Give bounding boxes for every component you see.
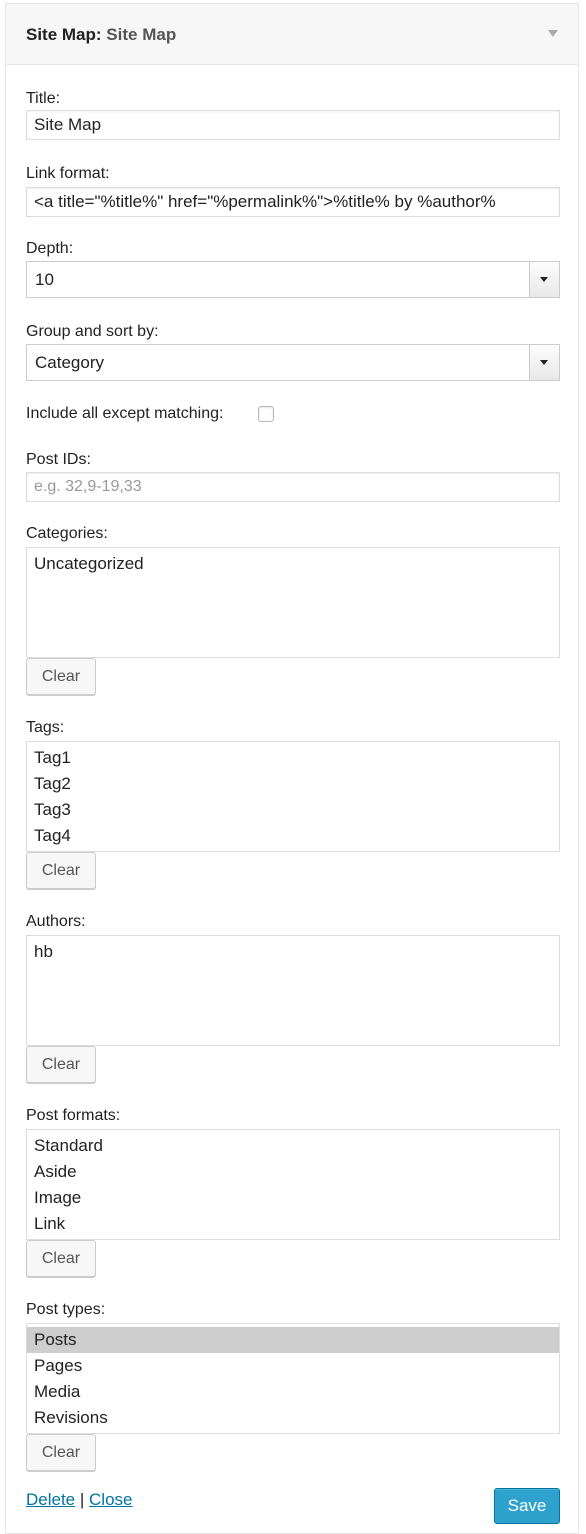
group-sort-select-value: Category bbox=[35, 353, 104, 372]
list-option[interactable]: Uncategorized bbox=[27, 551, 559, 577]
list-option[interactable]: Tag2 bbox=[27, 771, 559, 797]
group-sort-label: Group and sort by: bbox=[26, 323, 159, 340]
tags-listbox[interactable]: Tag1 Tag2 Tag3 Tag4 bbox=[26, 741, 560, 852]
authors-label: Authors: bbox=[26, 913, 86, 930]
widget-control-links: Delete | Close bbox=[26, 1489, 133, 1511]
categories-label: Categories: bbox=[26, 525, 108, 542]
post-formats-clear-button[interactable]: Clear bbox=[26, 1240, 96, 1277]
close-link[interactable]: Close bbox=[89, 1490, 132, 1509]
depth-select-value: 10 bbox=[35, 270, 54, 289]
list-option[interactable]: hb bbox=[27, 939, 559, 965]
widget-header[interactable]: Site Map: Site Map bbox=[6, 4, 578, 65]
list-option[interactable]: Tag3 bbox=[27, 797, 559, 823]
list-option[interactable]: Image bbox=[27, 1185, 559, 1211]
group-sort-select-arrow[interactable] bbox=[529, 345, 559, 380]
list-option[interactable]: Pages bbox=[27, 1353, 559, 1379]
chevron-down-icon bbox=[540, 277, 548, 282]
list-option[interactable]: Tag1 bbox=[27, 745, 559, 771]
list-option[interactable]: Media bbox=[27, 1379, 559, 1405]
post-formats-label: Post formats: bbox=[26, 1107, 121, 1124]
caret-down-icon[interactable] bbox=[548, 30, 558, 37]
post-types-clear-button[interactable]: Clear bbox=[26, 1434, 96, 1471]
delete-link[interactable]: Delete bbox=[26, 1490, 75, 1509]
include-all-checkbox[interactable] bbox=[258, 406, 274, 422]
list-option[interactable]: Revisions bbox=[27, 1405, 559, 1431]
post-ids-input[interactable]: e.g. 32,9-19,33 bbox=[26, 472, 560, 502]
post-types-label: Post types: bbox=[26, 1301, 106, 1318]
post-types-listbox[interactable]: Posts Pages Media Revisions bbox=[26, 1323, 560, 1434]
list-option[interactable]: Aside bbox=[27, 1159, 559, 1185]
title-input[interactable]: Site Map bbox=[26, 110, 560, 140]
post-ids-label: Post IDs: bbox=[26, 451, 91, 468]
list-option[interactable]: Link bbox=[27, 1211, 559, 1237]
list-option[interactable]: Standard bbox=[27, 1133, 559, 1159]
categories-clear-button[interactable]: Clear bbox=[26, 658, 96, 695]
link-separator: | bbox=[79, 1490, 85, 1509]
post-formats-listbox[interactable]: Standard Aside Image Link bbox=[26, 1129, 560, 1240]
categories-listbox[interactable]: Uncategorized bbox=[26, 547, 560, 658]
authors-clear-button[interactable]: Clear bbox=[26, 1046, 96, 1083]
widget-title: Site Map: Site Map bbox=[26, 24, 176, 46]
include-all-label: Include all except matching: bbox=[26, 405, 224, 422]
chevron-down-icon bbox=[540, 360, 548, 365]
list-option-selected[interactable]: Posts bbox=[27, 1327, 559, 1353]
title-label: Title: bbox=[26, 90, 61, 107]
widget-title-name: Site Map bbox=[106, 25, 177, 44]
sitemap-widget: Site Map: Site Map Title: Site Map Link … bbox=[5, 3, 579, 1534]
list-option[interactable]: Tag4 bbox=[27, 823, 559, 849]
save-button[interactable]: Save bbox=[494, 1488, 560, 1524]
link-format-input[interactable]: <a title="%title%" href="%permalink%">%t… bbox=[26, 187, 560, 217]
depth-select[interactable]: 10 bbox=[26, 261, 560, 298]
group-sort-select[interactable]: Category bbox=[26, 344, 560, 381]
authors-listbox[interactable]: hb bbox=[26, 935, 560, 1046]
link-format-label: Link format: bbox=[26, 165, 110, 182]
tags-label: Tags: bbox=[26, 719, 65, 736]
depth-label: Depth: bbox=[26, 240, 74, 257]
widget-title-prefix: Site Map: bbox=[26, 25, 102, 44]
tags-clear-button[interactable]: Clear bbox=[26, 852, 96, 889]
depth-select-arrow[interactable] bbox=[529, 262, 559, 297]
